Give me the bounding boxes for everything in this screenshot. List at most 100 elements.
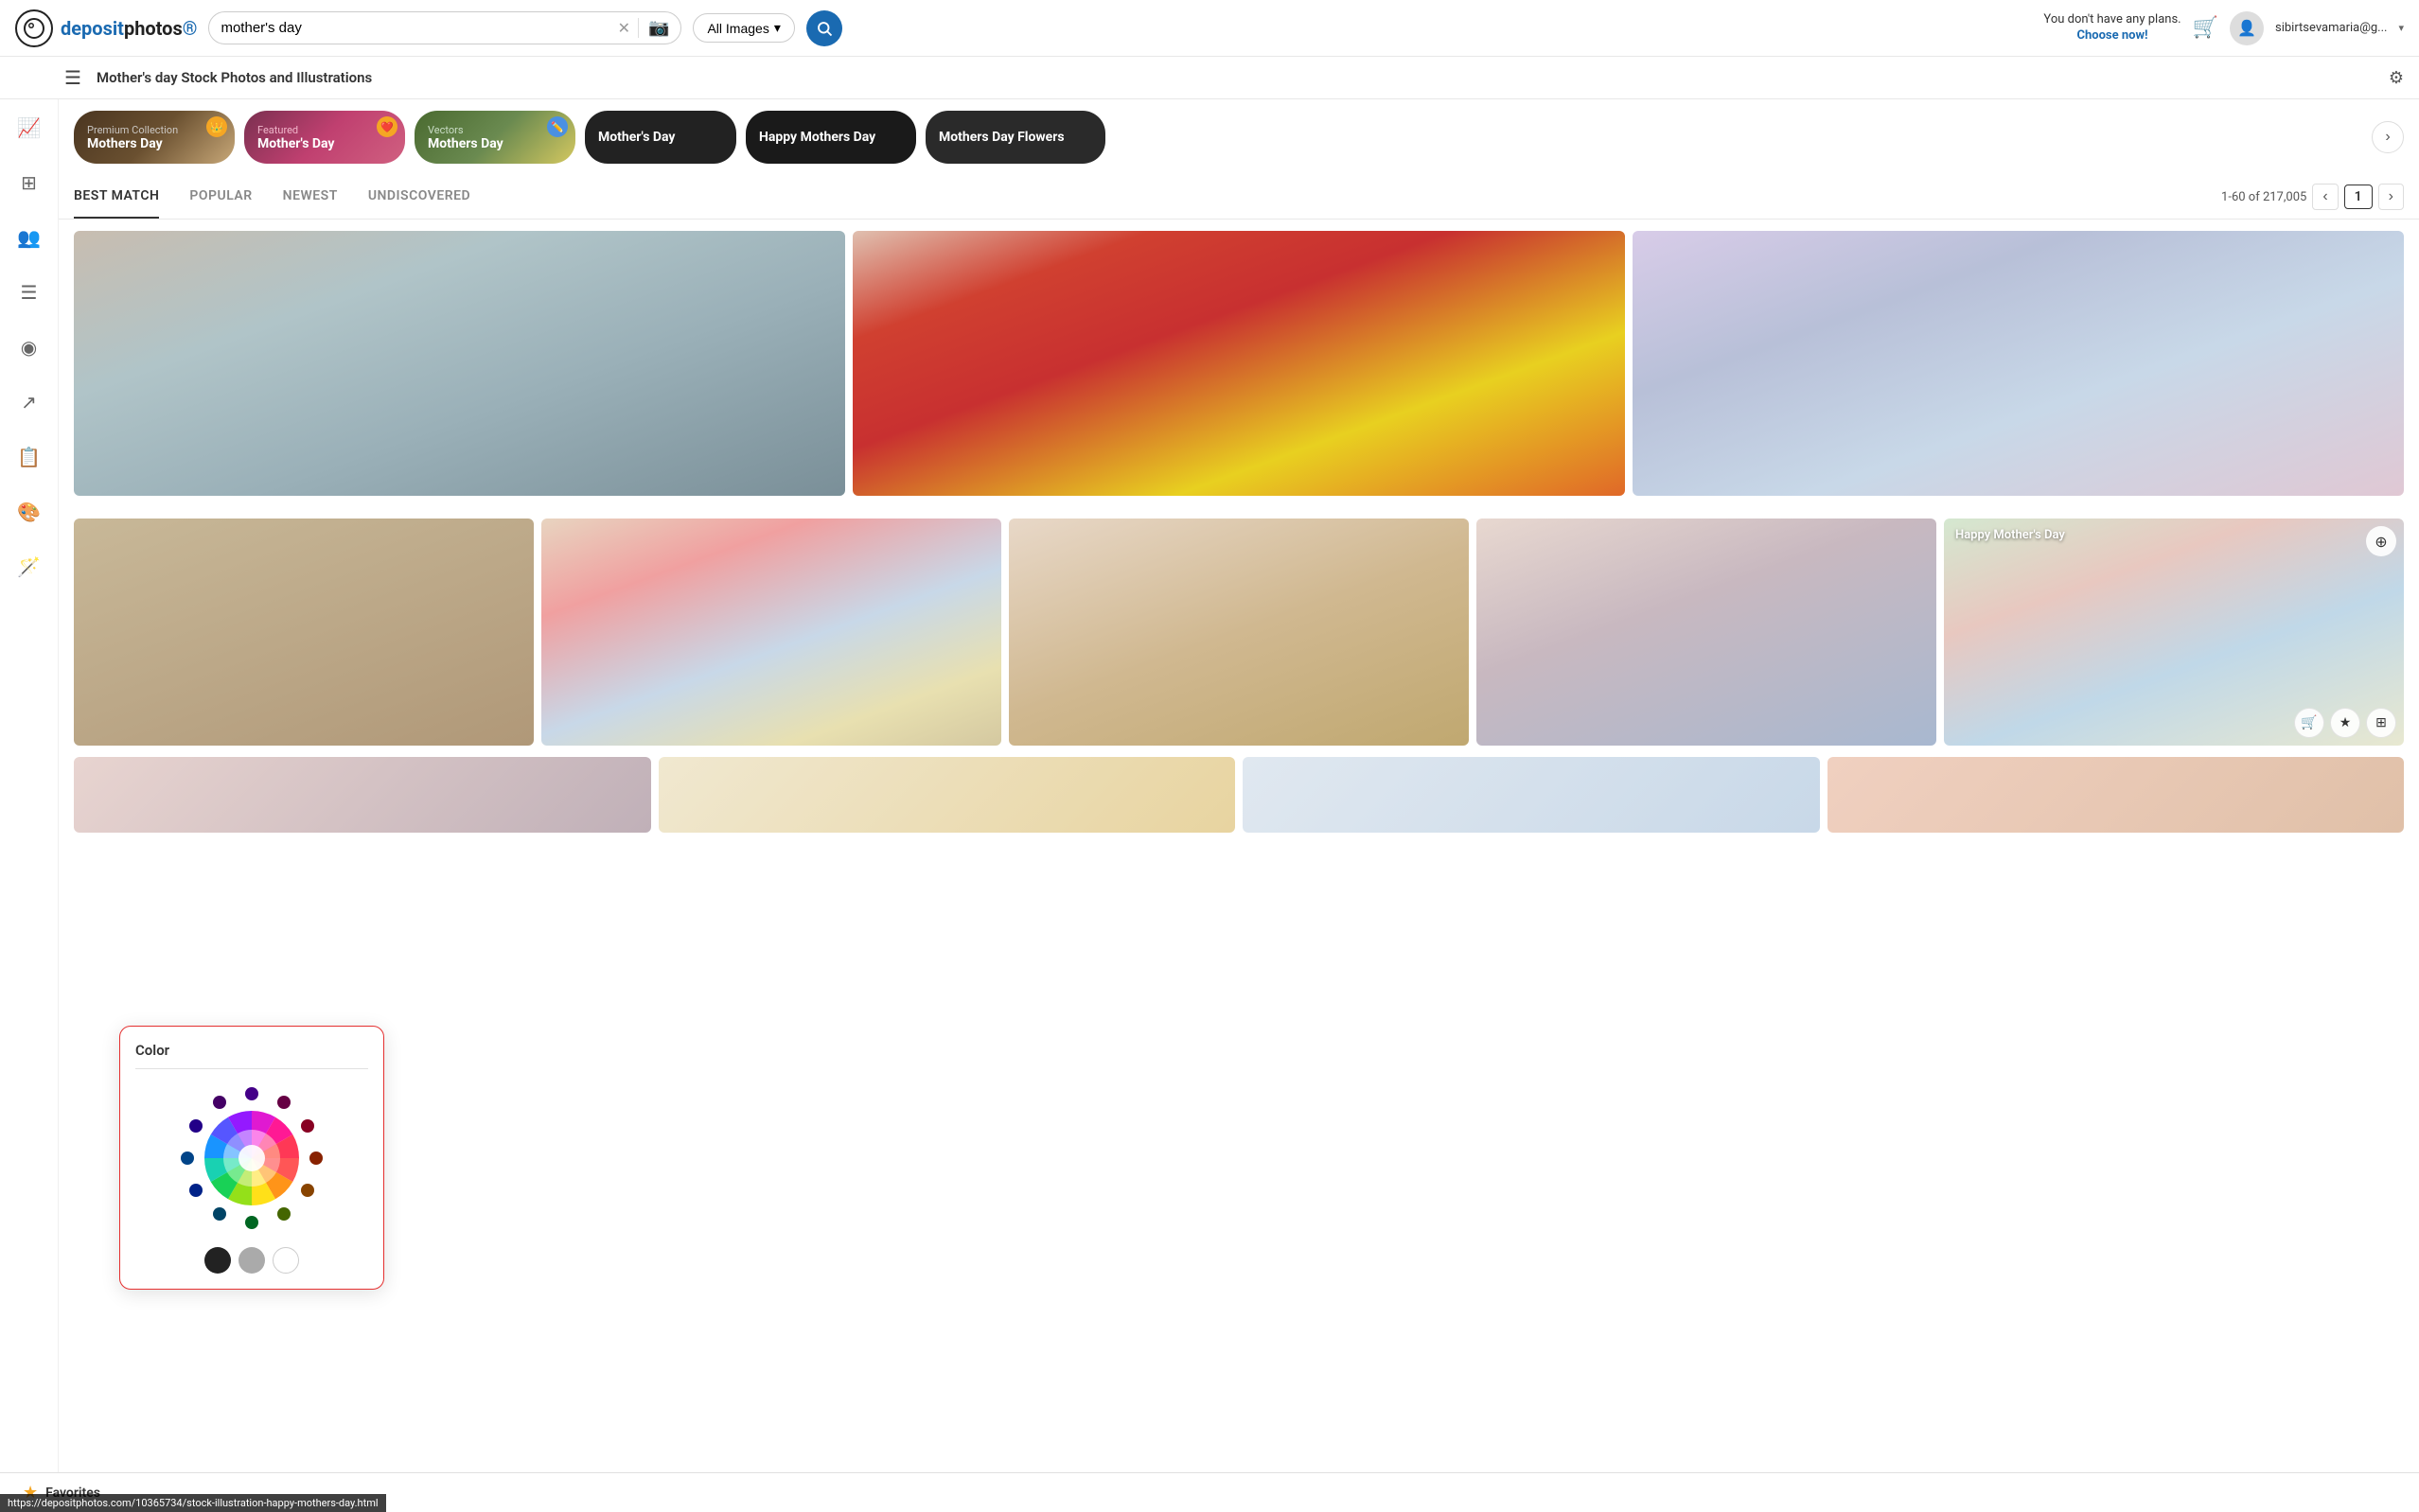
image-1 — [74, 231, 845, 496]
chart-icon[interactable]: ↗ — [15, 385, 43, 419]
menu-icon[interactable]: ☰ — [64, 66, 81, 89]
cart-icon[interactable]: 🛒 — [2193, 16, 2218, 40]
next-page-button[interactable]: › — [2378, 184, 2404, 210]
search-button[interactable] — [806, 10, 842, 46]
wand-icon[interactable]: 🪄 — [11, 550, 46, 584]
user-dropdown-icon[interactable]: ▾ — [2398, 22, 2404, 34]
image-6 — [1009, 519, 1469, 746]
people-icon[interactable]: 👥 — [11, 220, 46, 255]
image-card-6[interactable] — [1009, 519, 1469, 746]
pill-sub-featured: Featured — [257, 124, 392, 136]
doc-icon[interactable]: 📋 — [11, 440, 46, 474]
list-icon[interactable]: ☰ — [15, 275, 44, 309]
tab-newest[interactable]: Newest — [283, 175, 338, 219]
image-col2-1 — [74, 519, 534, 746]
image-card-4[interactable] — [74, 519, 534, 746]
pill-main-featured: Mother's Day — [257, 136, 392, 151]
circle-user-icon[interactable]: ◉ — [15, 330, 43, 364]
image-card-7[interactable] — [1476, 519, 1936, 746]
current-page: 1 — [2344, 185, 2373, 209]
image-col-2 — [853, 231, 1624, 496]
swatch-gray[interactable] — [238, 1247, 265, 1274]
trending-icon[interactable]: 📈 — [11, 111, 46, 145]
image-col-1 — [74, 231, 845, 496]
category-pill-featured[interactable]: Featured Mother's Day ❤️ — [244, 111, 405, 164]
bottom-img-2[interactable] — [659, 757, 1236, 833]
pill-sub-vectors: Vectors — [428, 124, 562, 136]
bottom-img-3[interactable] — [1243, 757, 1820, 833]
pagination: 1-60 of 217,005 ‹ 1 › — [2221, 184, 2404, 210]
page-title: Mother's day Stock Photos and Illustrati… — [97, 69, 2381, 86]
image-col2-2 — [541, 519, 1001, 746]
header: depositphotos® ✕ 📷 All Images ▾ You don'… — [0, 0, 2419, 57]
category-pill-happy[interactable]: Happy Mothers Day — [746, 111, 916, 164]
logo[interactable]: depositphotos® — [15, 9, 197, 47]
image-card-3[interactable] — [1633, 231, 2404, 496]
info-action-btn[interactable]: ⊞ — [2366, 708, 2396, 738]
image-card-1[interactable] — [74, 231, 845, 496]
tab-popular[interactable]: Popular — [189, 175, 252, 219]
color-popup: Color — [119, 1026, 384, 1290]
image-card-2[interactable] — [853, 231, 1624, 496]
category-pill-vectors[interactable]: Vectors Mothers Day ✏️ — [415, 111, 575, 164]
favorite-action-btn[interactable]: ★ — [2330, 708, 2360, 738]
image-actions-8: 🛒 ★ ⊞ — [2294, 708, 2396, 738]
logo-icon — [15, 9, 53, 47]
prev-page-button[interactable]: ‹ — [2312, 184, 2338, 210]
image-col2-5: Happy Mother's Day ⊕ 🛒 ★ ⊞ — [1944, 519, 2404, 746]
sub-header: ☰ Mother's day Stock Photos and Illustra… — [0, 57, 2419, 99]
filter-button[interactable]: All Images ▾ — [693, 13, 794, 43]
pill-sub-premium: Premium Collection — [87, 124, 221, 136]
image-card-8[interactable]: Happy Mother's Day ⊕ 🛒 ★ ⊞ — [1944, 519, 2404, 746]
color-wheel[interactable] — [135, 1082, 368, 1234]
image-4 — [74, 519, 534, 746]
palette-icon[interactable]: 🎨 — [11, 495, 46, 529]
status-url: https://depositphotos.com/10365734/stock… — [8, 1497, 379, 1509]
logo-text: depositphotos® — [61, 17, 197, 40]
tabs-bar: Best Match Popular Newest Undiscovered 1… — [59, 175, 2419, 220]
pill-content-featured: Featured Mother's Day — [244, 116, 405, 159]
pill-main-flowers: Mothers Day Flowers — [939, 130, 1092, 145]
pill-content-mothersday: Mother's Day — [585, 122, 736, 152]
cart-action-btn[interactable]: 🛒 — [2294, 708, 2324, 738]
search-bar: ✕ 📷 — [208, 11, 681, 44]
image-2 — [853, 231, 1624, 496]
image-3 — [1633, 231, 2404, 496]
image-col2-4 — [1476, 519, 1936, 746]
page-range: 1-60 of 217,005 — [2221, 190, 2306, 204]
image-5 — [541, 519, 1001, 746]
color-divider — [135, 1068, 368, 1069]
pill-content: Premium Collection Mothers Day — [74, 116, 235, 159]
pill-main-premium: Mothers Day — [87, 136, 221, 151]
user-name[interactable]: sibirtsevamaria@g... — [2275, 21, 2387, 35]
image-grid-row1 — [59, 220, 2419, 507]
settings-icon[interactable]: ⚙ — [2389, 68, 2404, 88]
image-card-5[interactable] — [541, 519, 1001, 746]
pill-main-vectors: Mothers Day — [428, 136, 562, 151]
plans-text[interactable]: You don't have any plans. Choose now! — [2043, 12, 2181, 44]
content: Premium Collection Mothers Day 👑 Feature… — [59, 99, 2419, 1498]
pill-content-happy: Happy Mothers Day — [746, 122, 916, 152]
pill-content-flowers: Mothers Day Flowers — [926, 122, 1105, 152]
zoom-button-8[interactable]: ⊕ — [2366, 526, 2396, 556]
category-pill-premium[interactable]: Premium Collection Mothers Day 👑 — [74, 111, 235, 164]
search-input[interactable] — [221, 20, 609, 36]
image-grid-row2: Color — [59, 507, 2419, 757]
tab-undiscovered[interactable]: Undiscovered — [368, 175, 470, 219]
image-label-8: Happy Mother's Day — [1955, 528, 2065, 542]
camera-icon[interactable]: 📷 — [638, 18, 669, 38]
swatch-black[interactable] — [204, 1247, 231, 1274]
category-pill-mothersday[interactable]: Mother's Day — [585, 111, 736, 164]
main-layout: 📈 ⊞ 👥 ☰ ◉ ↗ 📋 🎨 🪄 Premium Collection Mot… — [0, 99, 2419, 1498]
category-pill-flowers[interactable]: Mothers Day Flowers — [926, 111, 1105, 164]
layers-icon[interactable]: ⊞ — [15, 166, 43, 200]
tab-best-match[interactable]: Best Match — [74, 175, 159, 219]
clear-icon[interactable]: ✕ — [618, 19, 630, 37]
header-right: You don't have any plans. Choose now! 🛒 … — [2043, 11, 2404, 45]
bottom-img-1[interactable] — [74, 757, 651, 833]
swatch-white[interactable] — [273, 1247, 299, 1274]
avatar[interactable]: 👤 — [2230, 11, 2264, 45]
image-col2-3 — [1009, 519, 1469, 746]
bottom-img-4[interactable] — [1827, 757, 2405, 833]
category-next-button[interactable]: › — [2372, 121, 2404, 153]
